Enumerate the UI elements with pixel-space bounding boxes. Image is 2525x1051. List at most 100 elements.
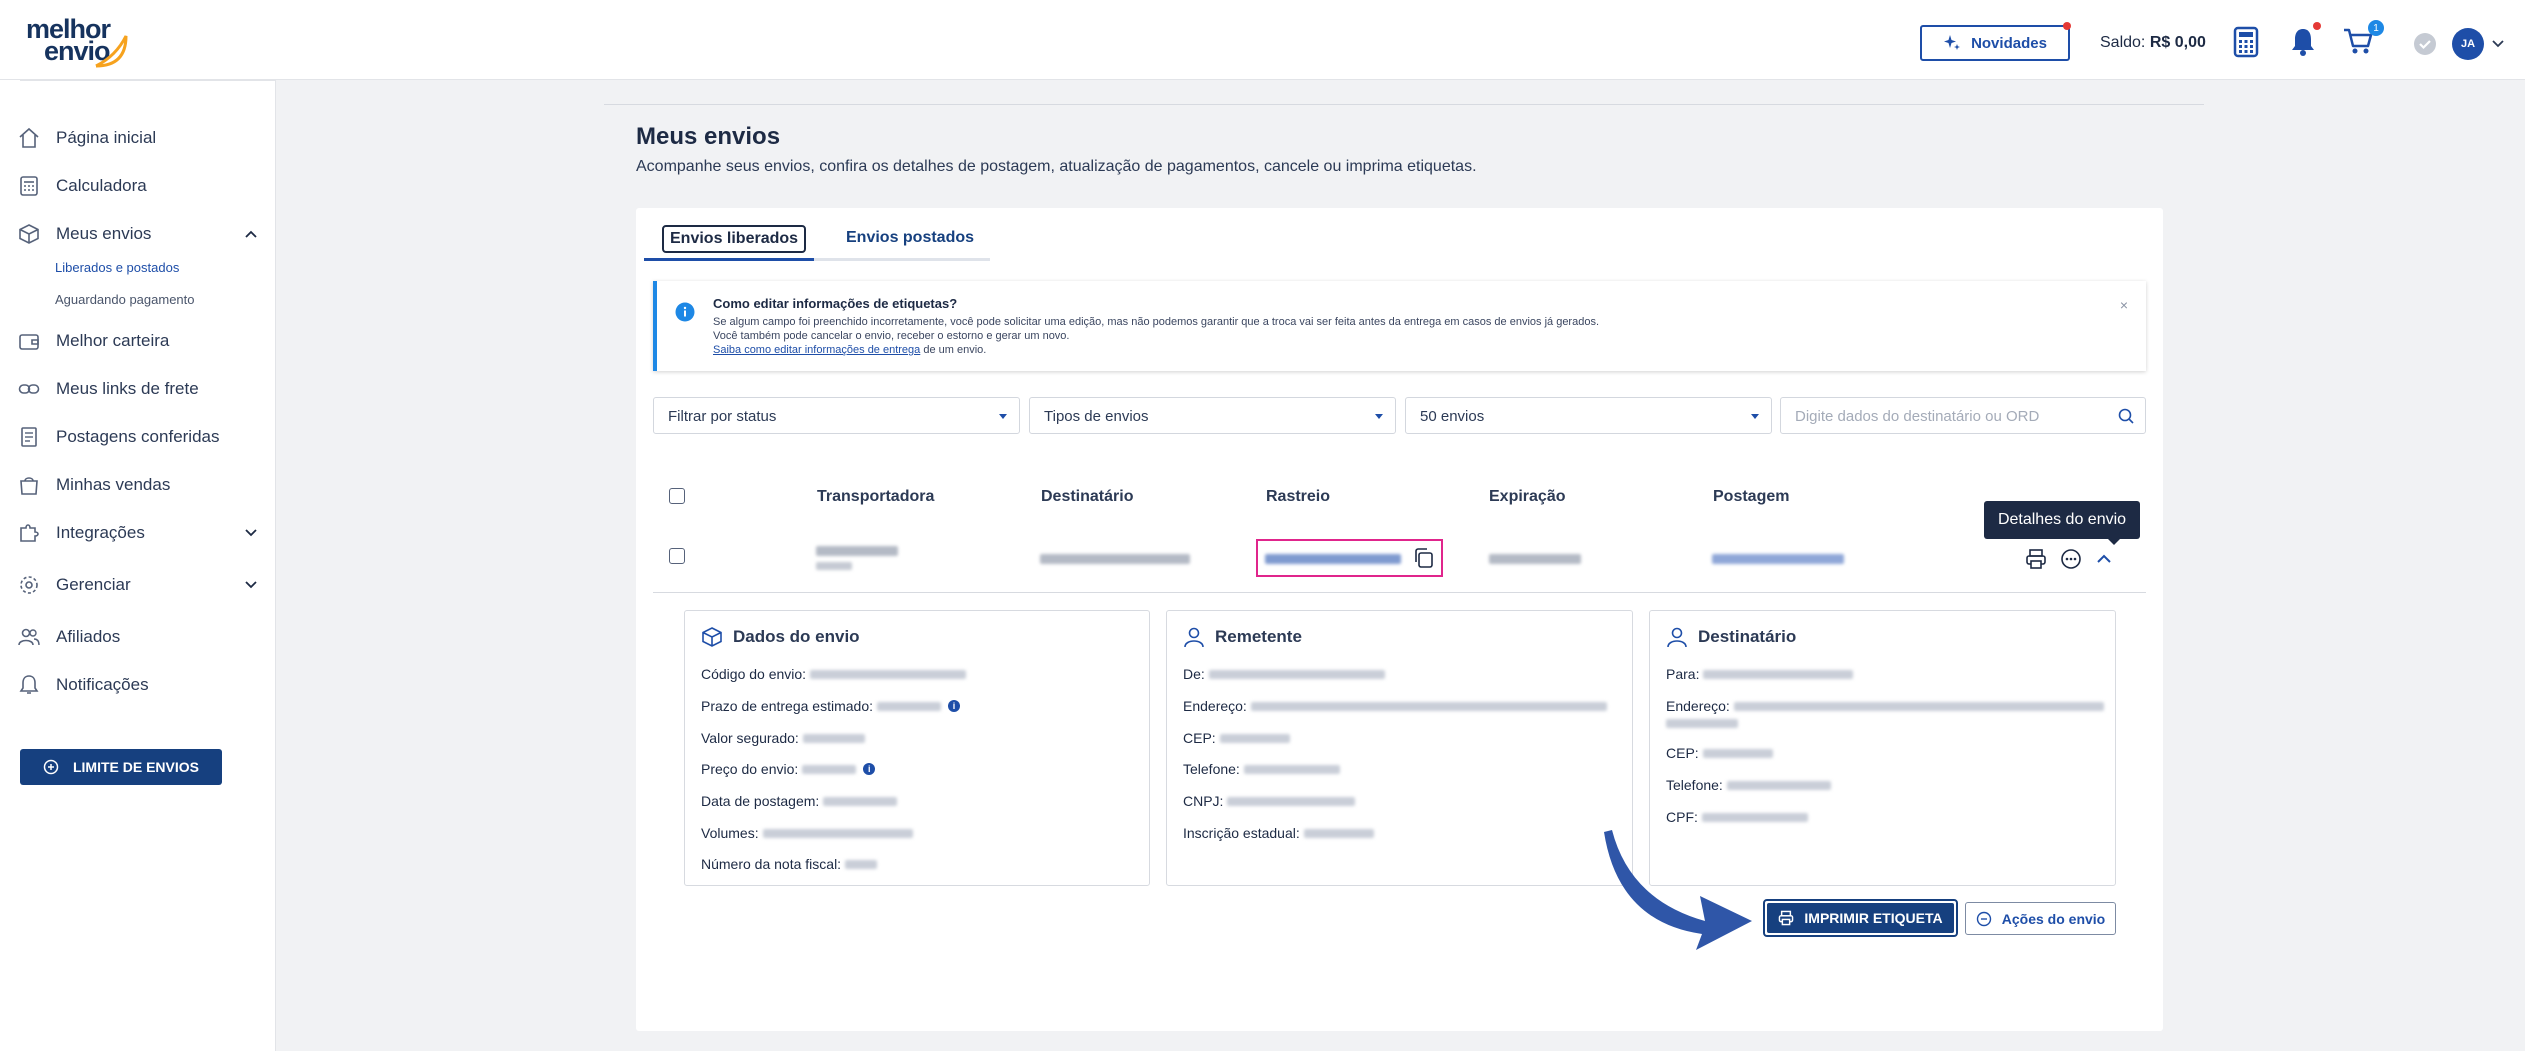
status-filter-value: Filtrar por status (668, 408, 777, 425)
avatar[interactable]: JA (2452, 28, 2484, 60)
tipos-envios-select[interactable]: Tipos de envios (1029, 397, 1396, 434)
tab-active-indicator (644, 258, 814, 261)
field-endereco: Endereço: (1183, 698, 1607, 714)
sidebar-item-label: Página inicial (56, 128, 157, 147)
limite-envios-button[interactable]: LIMITE DE ENVIOS (20, 749, 222, 785)
imprimir-etiqueta-button[interactable]: IMPRIMIR ETIQUETA (1763, 899, 1958, 937)
sidebar-item-afiliados[interactable]: Afiliados (18, 621, 258, 653)
search-input[interactable]: Digite dados do destinatário ou ORD (1780, 397, 2146, 434)
field-cep: CEP: (1183, 730, 1290, 746)
sidebar-item-label: Calculadora (56, 176, 147, 195)
info-icon (675, 302, 695, 322)
sidebar-item-links-frete[interactable]: Meus links de frete (18, 373, 258, 405)
sidebar-item-postagens-conferidas[interactable]: Postagens conferidas (18, 421, 258, 453)
sidebar-item-pagina-inicial[interactable]: Página inicial (18, 122, 258, 154)
sidebar-item-label: Gerenciar (56, 575, 131, 594)
tipos-envios-value: Tipos de envios (1044, 408, 1149, 425)
field-label: De: (1183, 666, 1205, 682)
chevron-down-icon[interactable] (2492, 40, 2504, 48)
checklist-icon (21, 427, 37, 447)
info-icon[interactable]: i (863, 763, 876, 775)
more-options-icon[interactable] (2060, 548, 2082, 570)
shopping-bag-icon (20, 477, 38, 495)
info-text-1: Se algum campo foi preenchido incorretam… (713, 316, 1600, 328)
field-label: Código do envio: (701, 666, 807, 682)
chevron-down-icon[interactable] (244, 528, 258, 538)
redacted-value (762, 828, 913, 838)
sidebar-item-meus-envios[interactable]: Meus envios (18, 218, 258, 250)
sidebar-subitem-liberados[interactable]: Liberados e postados (55, 260, 179, 275)
sidebar-subitem-aguardando[interactable]: Aguardando pagamento (55, 292, 195, 307)
tab-envios-postados[interactable]: Envios postados (846, 229, 974, 247)
sidebar-item-minhas-vendas[interactable]: Minhas vendas (18, 469, 258, 501)
column-header-rastreio: Rastreio (1266, 488, 1331, 505)
info-link[interactable]: Saiba como editar informações de entrega (713, 344, 920, 356)
select-all-checkbox[interactable] (669, 488, 685, 504)
redacted-value (877, 701, 941, 711)
sidebar-item-label: Integrações (56, 523, 145, 542)
column-header-expiracao: Expiração (1489, 488, 1566, 505)
row-checkbox[interactable] (669, 548, 685, 564)
calculator-icon[interactable] (2233, 26, 2259, 58)
field-label: Prazo de entrega estimado: (701, 698, 873, 714)
bell-icon[interactable] (2289, 26, 2317, 56)
column-header-transportadora: Transportadora (817, 488, 935, 505)
status-filter-select[interactable]: Filtrar por status (653, 397, 1020, 434)
info-text-3: Saiba como editar informações de entrega… (713, 344, 986, 356)
field-cpf: CPF: (1666, 809, 1808, 825)
cart-count-badge: 1 (2368, 20, 2384, 36)
saldo-value: R$ 0,00 (2149, 34, 2206, 51)
search-icon[interactable] (2117, 407, 2135, 425)
top-header: melhor envio Novidades Saldo: R$ 0,00 1 … (0, 0, 2525, 80)
calculator-icon (20, 176, 38, 196)
chevron-up-icon[interactable] (244, 229, 258, 239)
melhor-envio-logo[interactable]: melhor envio (26, 16, 128, 68)
field-label: Telefone: (1183, 761, 1240, 777)
user-icon (1184, 627, 1204, 648)
close-icon[interactable]: × (2120, 297, 2128, 313)
chevron-up-icon[interactable] (2096, 553, 2112, 565)
envios-count-select[interactable]: 50 envios (1405, 397, 1772, 434)
field-label: Volumes: (701, 825, 759, 841)
plus-circle-icon (43, 759, 59, 775)
tab-underline (644, 258, 990, 261)
sidebar-item-calculadora[interactable]: Calculadora (18, 170, 258, 202)
field-label: Número da nota fiscal: (701, 856, 842, 872)
redacted-value (802, 733, 865, 743)
field-label: Inscrição estadual: (1183, 825, 1300, 841)
box-icon (702, 627, 722, 647)
field-data-postagem: Data de postagem: (701, 793, 898, 809)
redacted-value (1243, 764, 1340, 774)
field-cnpj: CNPJ: (1183, 793, 1356, 809)
novidades-dot (2063, 22, 2071, 30)
field-volumes: Volumes: (701, 825, 913, 841)
dados-envio-title: Dados do envio (733, 627, 860, 646)
sidebar-item-melhor-carteira[interactable]: Melhor carteira (18, 325, 258, 357)
users-icon (18, 628, 40, 646)
sidebar-item-label: Meus envios (56, 224, 152, 243)
sidebar-item-integracoes[interactable]: Integrações (18, 517, 258, 549)
printer-icon[interactable] (2025, 548, 2047, 570)
sidebar-item-gerenciar[interactable]: Gerenciar (18, 569, 258, 601)
redacted-value (1303, 828, 1374, 838)
page-title: Meus envios (636, 123, 781, 150)
sidebar-item-notificacoes[interactable]: Notificações (18, 669, 258, 701)
sidebar-item-label: Notificações (56, 675, 149, 694)
redacted-value (802, 764, 857, 774)
page-subtitle: Acompanhe seus envios, confira os detalh… (636, 158, 1477, 175)
field-label: Preço do envio: (701, 761, 799, 777)
field-endereco: Endereço: (1666, 698, 2104, 714)
acoes-envio-button[interactable]: Ações do envio (1965, 902, 2116, 935)
novidades-button[interactable]: Novidades (1920, 25, 2070, 61)
wallet-icon (19, 334, 39, 350)
gear-icon (20, 576, 38, 594)
sidebar-item-label: Minhas vendas (56, 475, 171, 494)
redacted-value (1227, 796, 1356, 806)
info-banner: Como editar informações de etiquetas? Se… (653, 281, 2146, 371)
field-label: CPF: (1666, 809, 1698, 825)
chevron-down-icon[interactable] (244, 580, 258, 590)
field-label: Telefone: (1666, 777, 1723, 793)
column-header-postagem: Postagem (1713, 488, 1790, 505)
info-icon[interactable]: i (948, 700, 960, 712)
tab-envios-liberados[interactable]: Envios liberados (662, 225, 807, 253)
